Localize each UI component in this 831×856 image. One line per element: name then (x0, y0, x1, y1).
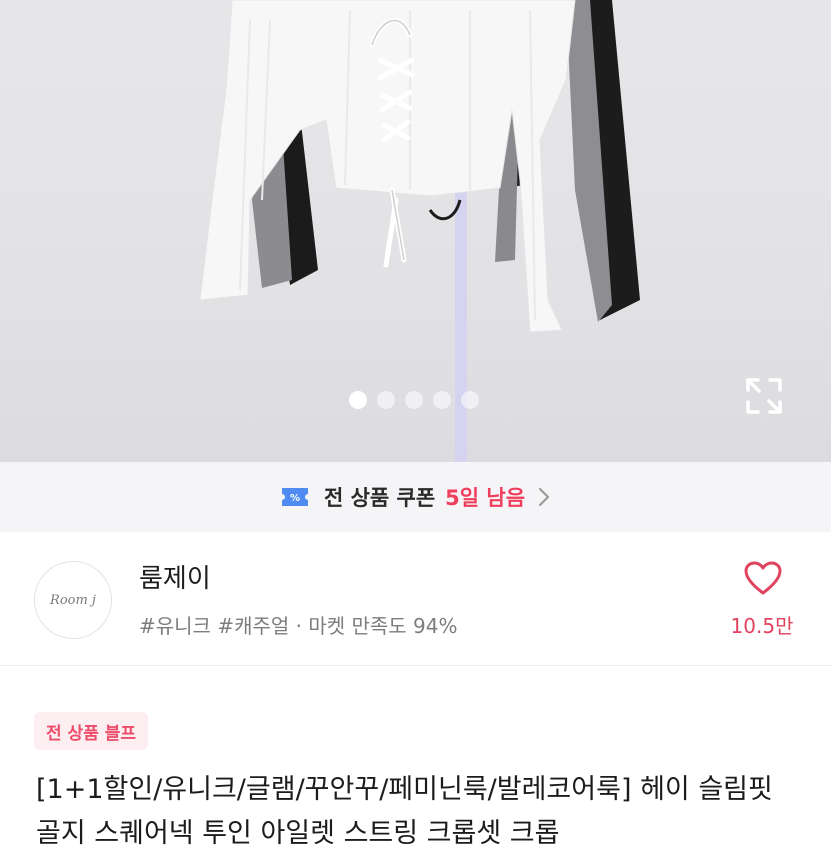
coupon-banner[interactable]: % 전 상품 쿠폰 5일 남음 (0, 462, 831, 532)
favorite-button[interactable] (728, 560, 798, 600)
carousel-dots (349, 391, 479, 409)
promo-badge: 전 상품 블프 (34, 712, 149, 750)
svg-text:%: % (290, 493, 300, 504)
heart-icon (744, 561, 782, 595)
shop-name[interactable]: 룸제이 (139, 558, 211, 595)
carousel-dot[interactable] (377, 391, 395, 409)
shop-logo-text: Room j (50, 592, 96, 608)
chevron-right-icon (538, 487, 550, 507)
product-image[interactable] (0, 0, 831, 462)
coupon-ticket-icon: % (281, 488, 308, 506)
shop-logo[interactable]: Room j (34, 561, 112, 639)
favorite-count: 10.5만 (730, 614, 794, 638)
coupon-days-left: 5일 남음 (445, 486, 526, 510)
carousel-dot[interactable] (405, 391, 423, 409)
coupon-label: 전 상품 쿠폰 (323, 486, 436, 510)
carousel-dot[interactable] (461, 391, 479, 409)
shop-tags: #유니크 #캐주얼 · 마켓 만족도 94% (139, 614, 458, 638)
expand-icon[interactable] (744, 376, 784, 416)
carousel-dot[interactable] (349, 391, 367, 409)
carousel-dot[interactable] (433, 391, 451, 409)
shop-section: Room j 룸제이 #유니크 #캐주얼 · 마켓 만족도 94% (0, 532, 831, 666)
product-title: [1+1할인/유니크/글램/꾸안꾸/페미닌룩/발레코어룩] 헤이 슬림핏 골지 … (36, 774, 773, 849)
